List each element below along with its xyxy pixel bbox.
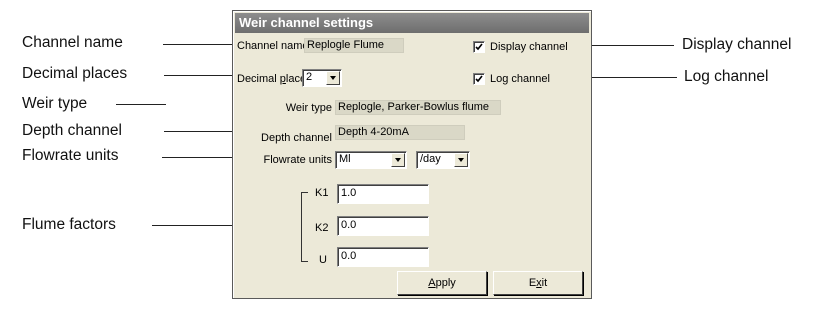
callout-display-channel: Display channel [682,36,792,53]
log-channel-checkbox[interactable] [473,73,485,85]
k2-label: K2 [315,222,329,234]
checkmark-icon [475,75,483,83]
callout-flume-factors: Flume factors [22,216,116,233]
flowrate-period-value: /day [420,153,441,165]
flume-factors-bracket-bottom [301,261,308,262]
depth-channel-field: Depth 4-20mA [335,125,465,140]
k1-input[interactable]: 1.0 [337,184,429,204]
flume-factors-bracket-top [301,192,308,193]
channel-name-field: Replogle Flume [304,38,404,53]
leader-channel-name [163,44,237,45]
decimal-places-label: Decimal places [237,73,312,85]
channel-name-label: Channel name [237,40,309,52]
dialog-title: Weir channel settings [235,13,589,33]
leader-weir-type [116,104,166,105]
leader-decimal-places [164,75,237,76]
weir-type-label: Weir type [285,102,332,114]
callout-weir-type: Weir type [22,95,88,112]
callout-depth-channel: Depth channel [22,122,122,139]
display-channel-checkbox[interactable] [473,41,485,53]
callout-flowrate-units: Flowrate units [22,147,119,164]
callout-channel-name: Channel name [22,34,123,51]
weir-channel-settings-dialog: Weir channel settings Channel name Replo… [232,10,592,299]
leader-depth-channel [164,131,241,132]
flowrate-units-select[interactable]: Ml [335,151,407,169]
chevron-down-icon[interactable] [454,153,468,167]
u-label: U [319,254,327,266]
callout-log-channel: Log channel [684,68,769,85]
depth-channel-label: Depth channel [261,132,332,144]
display-channel-label[interactable]: Display channel [490,40,568,54]
u-input[interactable]: 0.0 [337,247,429,267]
chevron-down-icon[interactable] [391,153,405,167]
exit-button[interactable]: Exit [493,271,583,295]
flowrate-period-select[interactable]: /day [416,151,470,169]
decimal-places-value: 2 [306,71,313,83]
flowrate-units-label: Flowrate units [263,154,332,166]
decimal-places-select[interactable]: 2 [302,69,342,87]
log-channel-label[interactable]: Log channel [490,72,550,86]
flume-factors-bracket [301,192,302,262]
weir-type-field: Replogle, Parker-Bowlus flume [335,100,501,115]
k2-input[interactable]: 0.0 [337,216,429,236]
flowrate-units-value: Ml [339,153,351,165]
leader-flowrate-units [162,157,237,158]
chevron-down-icon[interactable] [326,71,340,85]
checkmark-icon [475,43,483,51]
callout-decimal-places: Decimal places [22,65,128,82]
apply-button[interactable]: Apply [397,271,487,295]
k1-label: K1 [315,187,329,199]
